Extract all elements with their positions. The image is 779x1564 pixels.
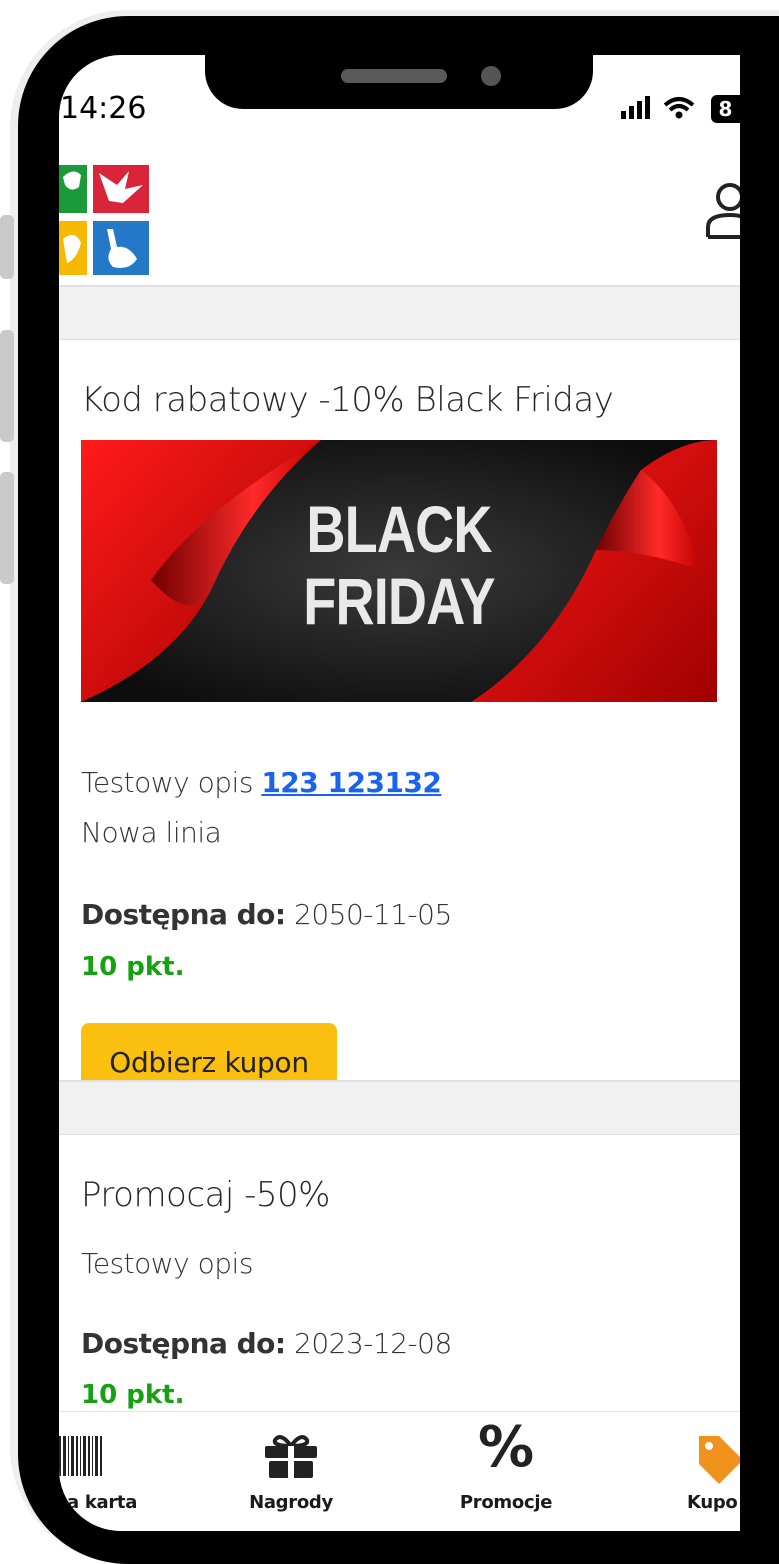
barcode-icon bbox=[59, 1436, 102, 1476]
signal-wifi-icon bbox=[621, 96, 695, 119]
coupon-availability: Dostępna do: 2050-11-05 bbox=[81, 898, 452, 931]
tab-nagrody[interactable]: Nagrody bbox=[206, 1412, 376, 1531]
phone-mute-switch bbox=[0, 215, 14, 279]
tab-karta[interactable]: a karta bbox=[59, 1412, 189, 1531]
gift-icon bbox=[265, 1435, 317, 1478]
battery-indicator: 8 bbox=[711, 95, 740, 123]
availability-date: 2023-12-08 bbox=[294, 1327, 452, 1360]
section-divider bbox=[59, 285, 740, 341]
coupon-availability: Dostępna do: 2023-12-08 bbox=[81, 1327, 452, 1360]
coupon-points: 10 pkt. bbox=[81, 952, 185, 982]
app-header bbox=[59, 155, 740, 285]
coupon-card: Promocaj -50% Testowy opis Dostępna do: … bbox=[59, 1135, 740, 1415]
speaker-icon bbox=[341, 69, 447, 83]
coupon-description: Testowy opis bbox=[81, 1247, 253, 1280]
camera-icon bbox=[481, 66, 501, 86]
availability-label: Dostępna do: bbox=[81, 898, 286, 931]
phone-notch bbox=[205, 55, 593, 109]
phone-volume-down bbox=[0, 472, 14, 584]
coupon-card: Kod rabatowy -10% Black Friday BLACK FRI… bbox=[59, 340, 740, 1102]
app-screen: 14:26 8 Kod rabatowy -10% Black Friday B… bbox=[59, 55, 740, 1531]
availability-date: 2050-11-05 bbox=[294, 898, 452, 931]
tag-icon bbox=[699, 1436, 740, 1484]
coupon-title: Kod rabatowy -10% Black Friday bbox=[81, 380, 614, 420]
banner-text-friday: FRIDAY bbox=[303, 564, 495, 638]
banner-text-black: BLACK bbox=[306, 492, 492, 566]
percent-icon: % bbox=[477, 1415, 535, 1480]
phone-volume-up bbox=[0, 330, 14, 442]
tab-label: Kupo bbox=[687, 1492, 738, 1513]
tab-promocje[interactable]: % Promocje bbox=[421, 1412, 591, 1531]
status-time: 14:26 bbox=[60, 91, 147, 126]
coupon-title: Promocaj -50% bbox=[81, 1175, 330, 1215]
description-text: Testowy opis bbox=[81, 766, 262, 799]
animals-logo-icon[interactable] bbox=[59, 163, 151, 278]
tab-label: Nagrody bbox=[249, 1492, 333, 1513]
bottom-tab-bar: a karta Nagrody % Promocje Kupo bbox=[59, 1411, 740, 1531]
availability-label: Dostępna do: bbox=[81, 1327, 286, 1360]
tab-label: a karta bbox=[67, 1492, 138, 1513]
coupon-points: 10 pkt. bbox=[81, 1380, 185, 1410]
section-divider bbox=[59, 1080, 740, 1136]
black-friday-banner: BLACK FRIDAY bbox=[81, 440, 717, 702]
tab-label: Promocje bbox=[459, 1492, 553, 1513]
tab-kupony[interactable]: Kupo bbox=[639, 1412, 740, 1531]
coupon-description: Testowy opis 123 123132 bbox=[81, 766, 442, 799]
status-icons bbox=[619, 93, 709, 127]
user-icon[interactable] bbox=[704, 181, 740, 241]
coupon-description-line2: Nowa linia bbox=[81, 816, 222, 849]
description-link[interactable]: 123 123132 bbox=[261, 766, 442, 799]
